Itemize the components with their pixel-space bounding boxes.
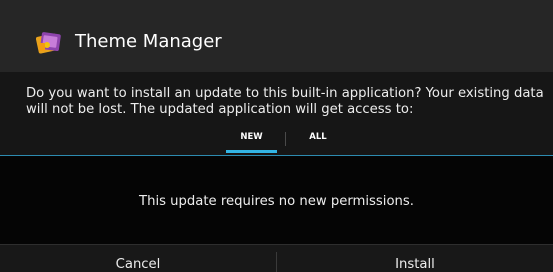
install-button[interactable]: Install bbox=[277, 245, 553, 272]
permission-tabs: NEW ALL bbox=[0, 126, 553, 156]
tabs-underline bbox=[0, 155, 553, 156]
tab-selected-indicator bbox=[226, 150, 277, 153]
install-update-dialog: Theme Manager Do you want to install an … bbox=[0, 0, 553, 272]
tab-new[interactable]: NEW bbox=[218, 126, 285, 154]
dialog-message: Do you want to install an update to this… bbox=[26, 86, 544, 117]
tab-all-label: ALL bbox=[309, 132, 327, 142]
cancel-button[interactable]: Cancel bbox=[0, 245, 276, 272]
tab-new-label: NEW bbox=[240, 132, 263, 142]
tab-all[interactable]: ALL bbox=[285, 126, 351, 154]
dialog-title-bar: Theme Manager bbox=[0, 0, 553, 72]
theme-manager-icon bbox=[36, 32, 61, 54]
dialog-title: Theme Manager bbox=[75, 31, 222, 52]
permissions-message: This update requires no new permissions. bbox=[139, 194, 414, 209]
dialog-button-bar: Cancel Install bbox=[0, 244, 553, 272]
